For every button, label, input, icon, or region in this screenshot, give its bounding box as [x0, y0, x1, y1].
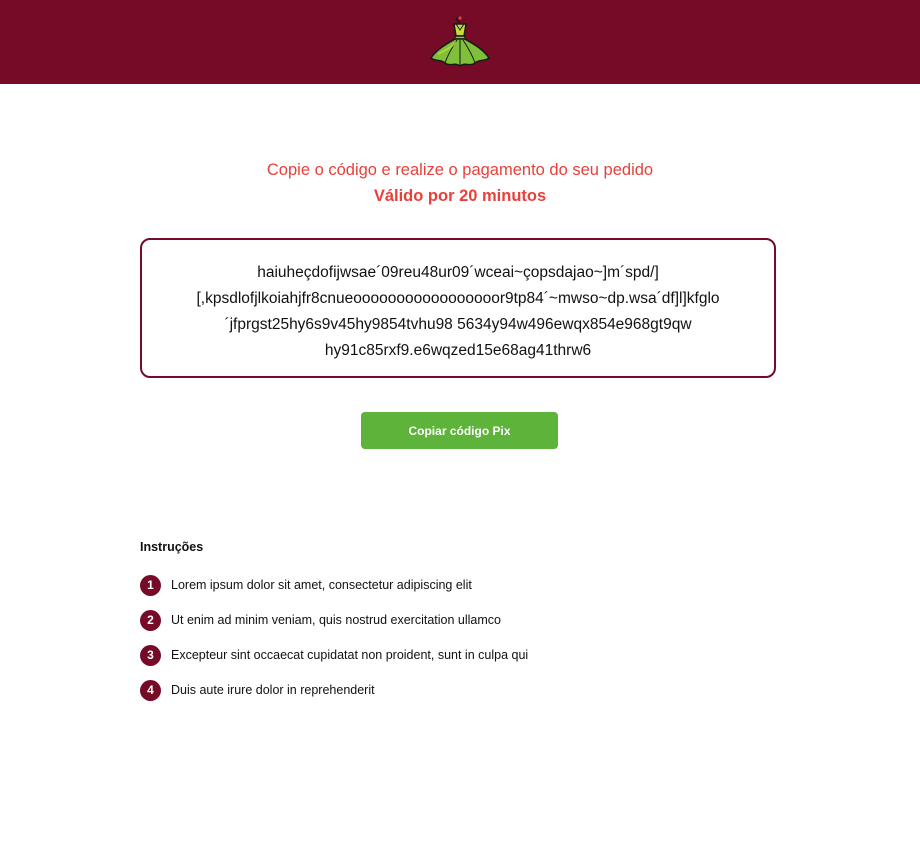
top-header: [0, 0, 920, 84]
step-number-badge: 4: [140, 679, 161, 701]
step-text: Duis aute irure dolor in reprehenderit: [171, 683, 375, 697]
pix-code-box[interactable]: haiuheçdofijwsae´09reu48ur09´wceai~çopsd…: [140, 238, 776, 378]
step-number-badge: 1: [140, 574, 161, 596]
payment-instruction-headline: Copie o código e realize o pagamento do …: [266, 161, 654, 179]
copy-pix-code-button[interactable]: Copiar código Pix: [361, 412, 558, 449]
step-text: Excepteur sint occaecat cupidatat non pr…: [171, 648, 529, 662]
step-number-badge: 2: [140, 609, 161, 631]
instruction-step: 3 Excepteur sint occaecat cupidatat non …: [140, 644, 740, 666]
pix-code-line: [,kpsdlofjlkoiahjfr8cnueoooooooooooooooo…: [196, 290, 720, 307]
pix-code-line: ´jfprgst25hy6s9v45hy9854tvhu98 5634y94w4…: [224, 316, 692, 333]
validity-notice: Válido por 20 minutos: [373, 187, 547, 205]
step-text: Ut enim ad minim veniam, quis nostrud ex…: [171, 613, 501, 627]
step-text: Lorem ipsum dolor sit amet, consectetur …: [171, 578, 472, 592]
instructions-title: Instruções: [140, 540, 204, 554]
instructions-list: 1 Lorem ipsum dolor sit amet, consectetu…: [140, 574, 740, 715]
pix-code-line: hy91c85rxf9.e6wqzed15e68ag41thrw6: [324, 342, 592, 359]
instruction-step: 1 Lorem ipsum dolor sit amet, consectetu…: [140, 574, 740, 596]
instruction-step: 4 Duis aute irure dolor in reprehenderit: [140, 679, 740, 701]
pix-code-line: haiuheçdofijwsae´09reu48ur09´wceai~çopsd…: [257, 264, 659, 281]
step-number-badge: 3: [140, 644, 161, 666]
green-dress-logo-icon: [430, 16, 490, 67]
instruction-step: 2 Ut enim ad minim veniam, quis nostrud …: [140, 609, 740, 631]
